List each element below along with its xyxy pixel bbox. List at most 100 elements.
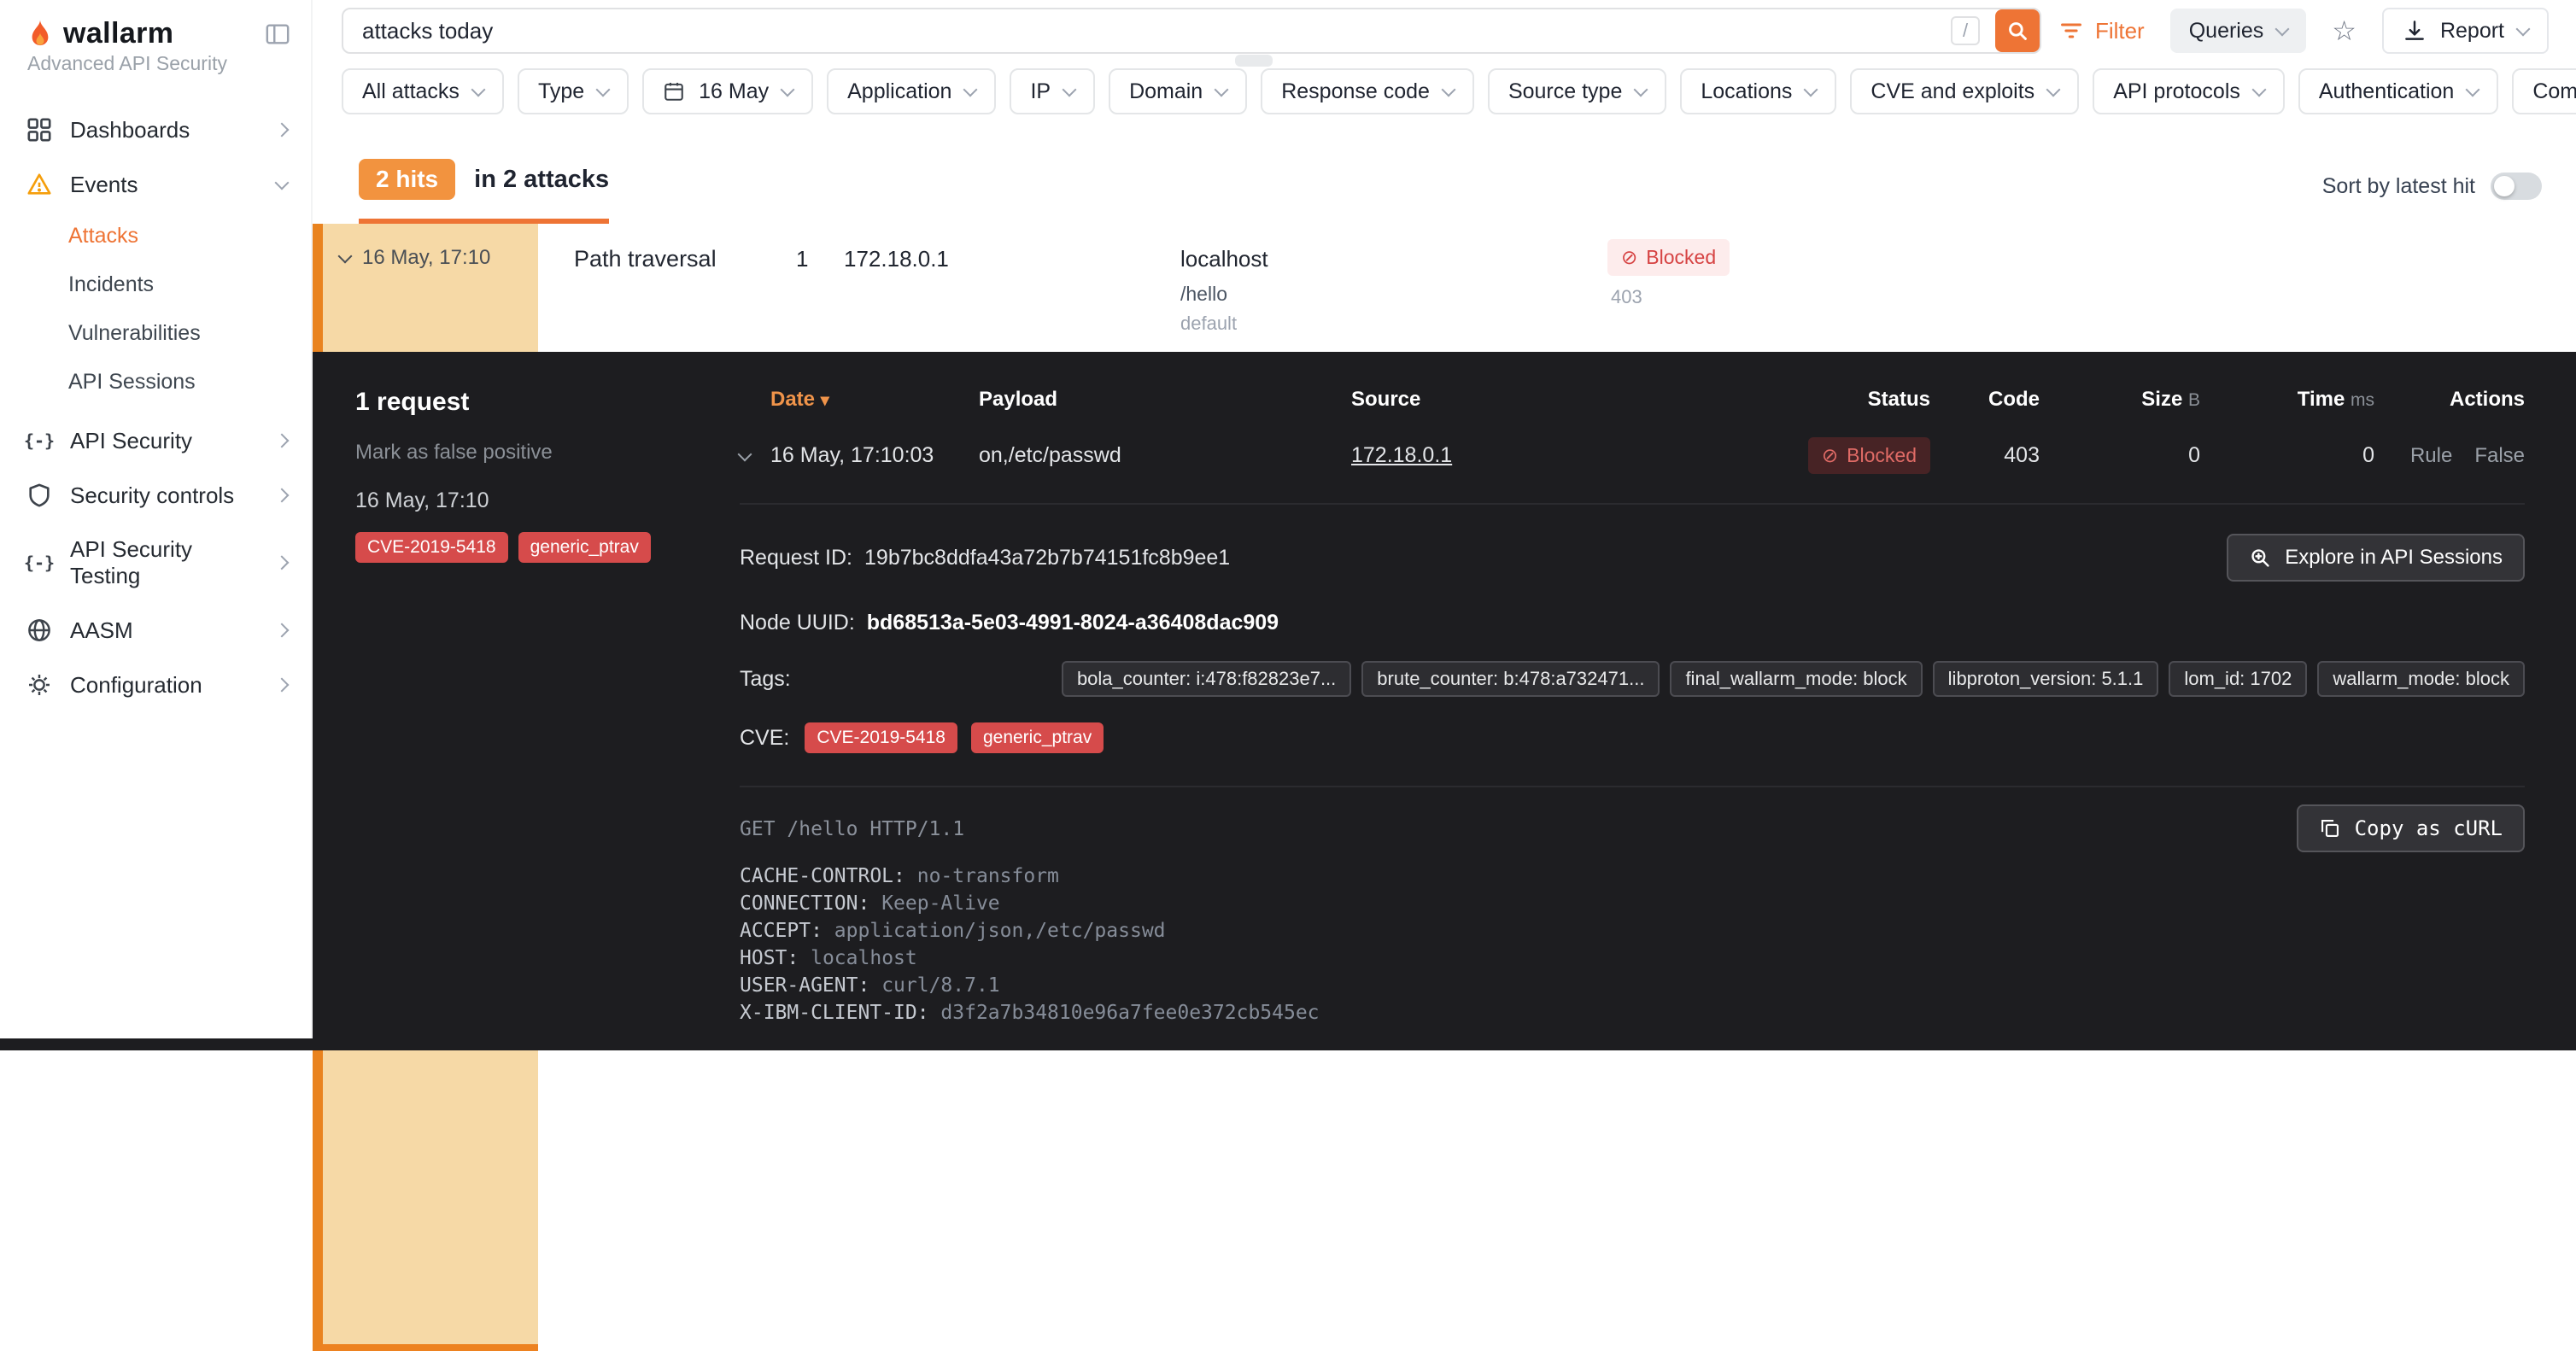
false-positive-action-link[interactable]: False: [2474, 444, 2525, 468]
warning-triangle-icon: [26, 171, 53, 198]
http-header-name: X-IBM-CLIENT-ID:: [740, 1002, 929, 1024]
sort-label: Sort by latest hit: [2322, 174, 2475, 199]
sidebar-item-incidents[interactable]: Incidents: [0, 260, 311, 309]
filter-chip-type[interactable]: Type: [518, 68, 629, 114]
sidebar-item-configuration[interactable]: Configuration: [0, 658, 311, 712]
tag-chip[interactable]: wallarm_mode: block: [2317, 661, 2525, 697]
hits-tab[interactable]: 2 hits in 2 attacks: [359, 159, 609, 224]
sidebar-item-api-security[interactable]: {-} API Security: [0, 413, 311, 468]
tag-chip[interactable]: final_wallarm_mode: block: [1670, 661, 1922, 697]
chevron-down-icon: [596, 83, 611, 97]
cve-badge[interactable]: CVE-2019-5418: [355, 532, 508, 563]
sidebar-item-security-controls[interactable]: Security controls: [0, 468, 311, 523]
chevron-down-icon: [275, 176, 290, 190]
sort-control: Sort by latest hit: [2322, 173, 2542, 200]
filter-chip-cve-exploits[interactable]: CVE and exploits: [1850, 68, 2079, 114]
filter-chip-source-type[interactable]: Source type: [1488, 68, 1666, 114]
filter-chip-domain[interactable]: Domain: [1109, 68, 1247, 114]
attack-time: 16 May, 17:10: [362, 246, 490, 270]
filters-collapse-handle[interactable]: [1235, 55, 1273, 67]
http-header-name: ACCEPT:: [740, 920, 823, 942]
sidebar-item-dashboards[interactable]: Dashboards: [0, 102, 311, 157]
node-uuid-value: bd68513a-5e03-4991-8024-a36408dac909: [867, 611, 1279, 635]
rule-action-link[interactable]: Rule: [2410, 444, 2452, 468]
sidebar-item-vulnerabilities[interactable]: Vulnerabilities: [0, 309, 311, 358]
attack-tag-badge[interactable]: generic_ptrav: [518, 532, 651, 563]
attack-detail-panel: 1 request Mark as false positive 16 May,…: [313, 352, 2576, 1038]
filter-chip-locations[interactable]: Locations: [1680, 68, 1836, 114]
globe-icon: [26, 617, 53, 644]
request-id-label: Request ID:: [740, 546, 852, 570]
request-row[interactable]: 16 May, 17:10:03 on,/etc/passwd 172.18.0…: [740, 437, 2525, 505]
filter-chip-response-code[interactable]: Response code: [1261, 68, 1474, 114]
http-header-value: d3f2a7b34810e96a7fee0e372cb545ec: [940, 1002, 1319, 1024]
detail-summary: 1 request Mark as false positive 16 May,…: [313, 352, 740, 1038]
favorite-star-icon[interactable]: ☆: [2332, 17, 2356, 44]
tag-chip[interactable]: brute_counter: b:478:a732471...: [1361, 661, 1660, 697]
col-date[interactable]: Date ▾: [770, 388, 979, 412]
sort-toggle[interactable]: [2491, 173, 2542, 200]
filter-chip-authentication[interactable]: Authentication: [2298, 68, 2498, 114]
explore-api-sessions-button[interactable]: Explore in API Sessions: [2227, 534, 2525, 582]
filter-chip-api-protocols[interactable]: API protocols: [2093, 68, 2285, 114]
status-badge: ⊘Blocked: [1607, 239, 1730, 276]
sidebar-item-attacks[interactable]: Attacks: [0, 212, 311, 260]
request-source-link[interactable]: 172.18.0.1: [1351, 443, 1452, 467]
sidebar-item-events[interactable]: Events: [0, 157, 311, 212]
chevron-right-icon: [275, 623, 290, 638]
search-input[interactable]: [342, 8, 2041, 54]
filter-chip-compare-to[interactable]: Compare to...: [2512, 68, 2576, 114]
http-header-value: application/json,/etc/passwd: [834, 920, 1166, 942]
filter-button[interactable]: Filter: [2059, 18, 2145, 44]
filter-chip-application[interactable]: Application: [827, 68, 996, 114]
filter-chip-all-attacks[interactable]: All attacks: [342, 68, 504, 114]
cve-chip[interactable]: CVE-2019-5418: [805, 722, 957, 753]
search-button[interactable]: [1995, 9, 2040, 52]
filter-chip-ip[interactable]: IP: [1010, 68, 1095, 114]
tag-chip[interactable]: lom_id: 1702: [2169, 661, 2307, 697]
queries-dropdown[interactable]: Queries: [2170, 9, 2307, 53]
chevron-down-icon: [471, 83, 485, 97]
col-time: Time ms: [2200, 388, 2374, 412]
copy-as-curl-button[interactable]: Copy as cURL: [2297, 804, 2525, 852]
request-time: 0: [2200, 443, 2374, 468]
tags-label: Tags:: [740, 667, 791, 692]
sidebar-item-label: AASM: [70, 617, 133, 644]
sidebar-collapse-icon[interactable]: [265, 21, 290, 47]
chevron-down-icon: [1804, 83, 1818, 97]
copy-icon: [2319, 817, 2341, 839]
explore-icon: [2249, 547, 2271, 569]
gear-icon: [26, 671, 53, 699]
filter-chip-date[interactable]: 16 May: [642, 68, 813, 114]
sidebar-nav: Dashboards Events Attacks Incidents Vuln…: [0, 102, 311, 712]
tag-chip[interactable]: bola_counter: i:478:f82823e7...: [1062, 661, 1351, 697]
col-actions: Actions: [2374, 388, 2525, 412]
attacks-count-label: in 2 attacks: [474, 166, 609, 194]
slash-shortcut-hint: /: [1951, 16, 1980, 45]
mark-false-positive-link[interactable]: Mark as false positive: [355, 441, 740, 465]
cve-chip[interactable]: generic_ptrav: [971, 722, 1104, 753]
blocked-icon: ⊘: [1621, 246, 1637, 269]
sidebar-item-aasm[interactable]: AASM: [0, 603, 311, 658]
sidebar-item-label: Security controls: [70, 482, 234, 509]
brand-name: wallarm: [63, 17, 173, 50]
response-code: 403: [1611, 286, 1891, 308]
chevron-down-icon: [1063, 83, 1077, 97]
sidebar-item-label: Configuration: [70, 672, 202, 699]
attack-domain: localhost: [1180, 246, 1607, 272]
report-label: Report: [2440, 19, 2504, 44]
http-header-name: CONNECTION:: [740, 892, 869, 915]
main-content: / Filter Queries ☆ Report: [313, 0, 2576, 1038]
detail-time: 16 May, 17:10: [355, 488, 740, 513]
sidebar-item-api-sessions[interactable]: API Sessions: [0, 358, 311, 406]
tag-chip[interactable]: libproton_version: 5.1.1: [1933, 661, 2159, 697]
request-payload: on,/etc/passwd: [979, 443, 1351, 468]
request-code: 403: [1930, 443, 2040, 468]
report-button[interactable]: Report: [2382, 8, 2549, 54]
filter-label: Filter: [2095, 18, 2145, 44]
request-date: 16 May, 17:10:03: [770, 443, 979, 468]
search-bar: /: [342, 8, 2041, 54]
brand-subtitle: Advanced API Security: [27, 52, 290, 75]
attack-row[interactable]: 16 May, 17:10 Path traversal 1 172.18.0.…: [313, 224, 2576, 352]
sidebar-item-api-security-testing[interactable]: {-} API Security Testing: [0, 523, 311, 603]
